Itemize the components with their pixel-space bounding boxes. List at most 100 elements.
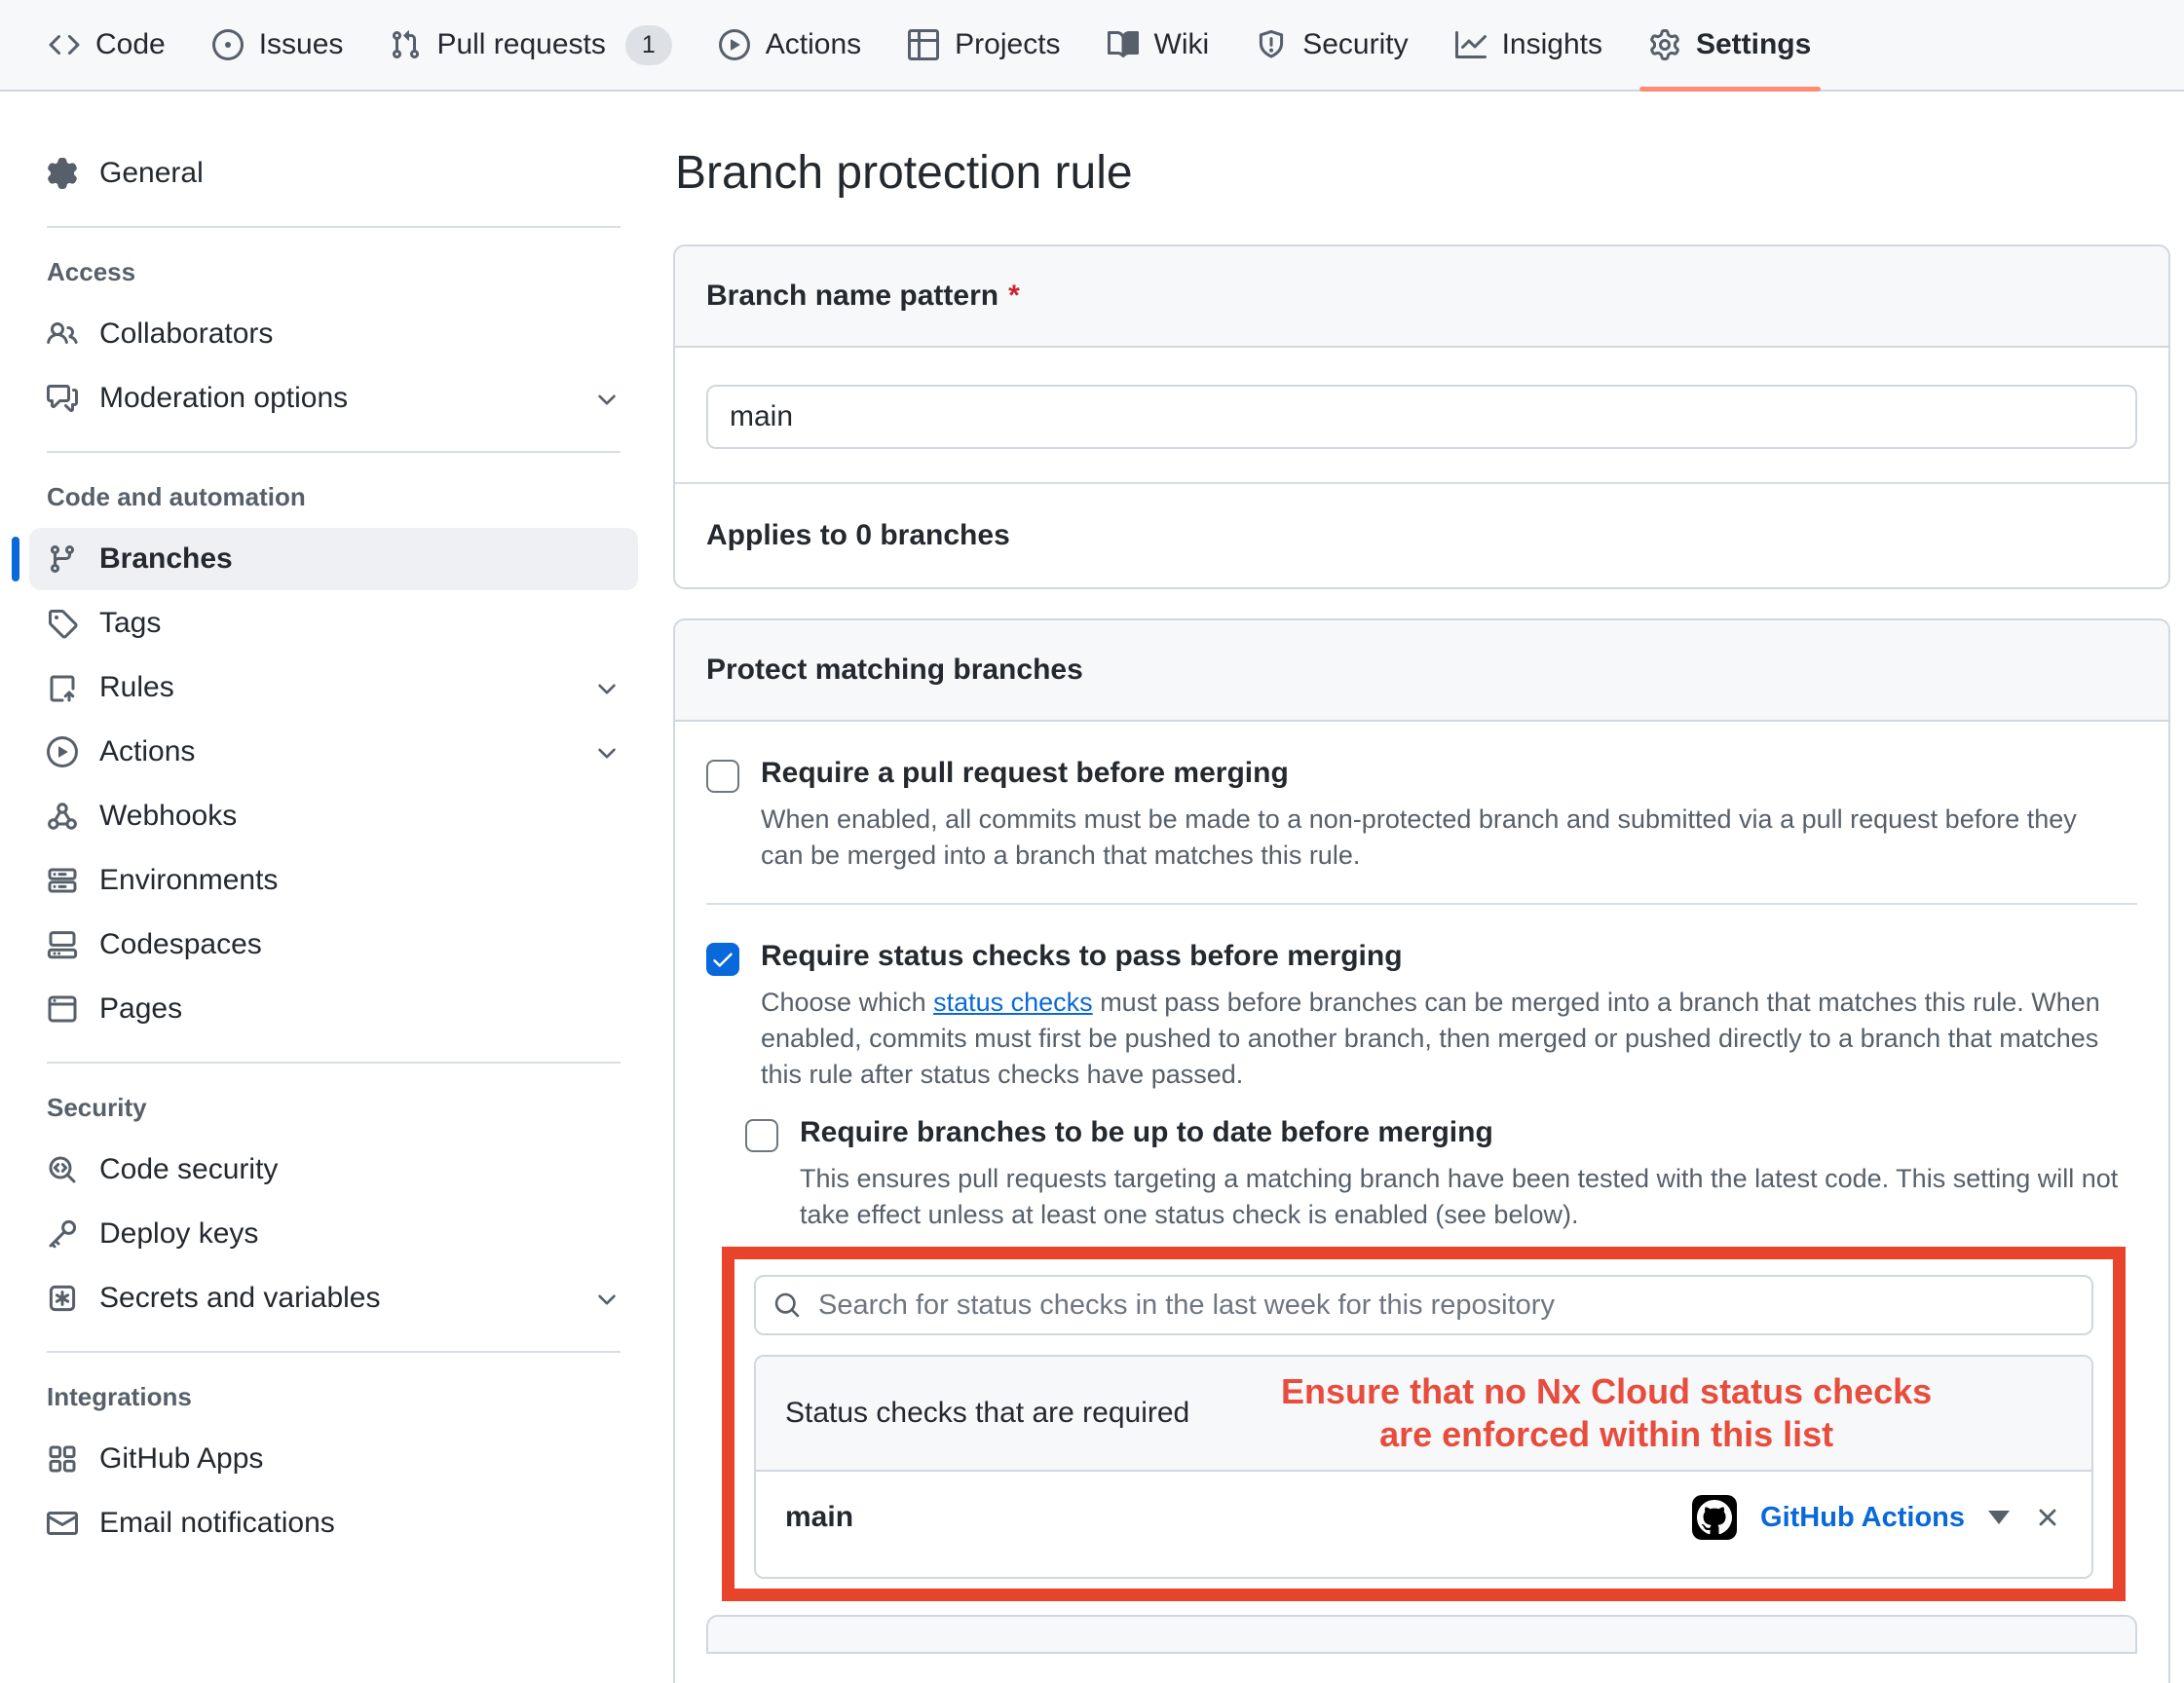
project-icon [908,29,939,60]
search-icon [773,1291,801,1319]
remove-status-check-button[interactable] [2033,1503,2062,1532]
sidebar-divider [47,1062,621,1064]
status-checks-search-box [754,1275,2093,1335]
sidebar-item-moderation-options[interactable]: Moderation options [29,367,638,430]
sidebar-item-actions[interactable]: Actions [29,721,638,783]
rules-icon [47,672,78,703]
sidebar-item-code-security[interactable]: Code security [29,1139,638,1201]
sidebar-item-pages[interactable]: Pages [29,978,638,1040]
status-check-row: main GitHub Actions [756,1472,2091,1577]
sidebar-item-secrets-and-variables[interactable]: Secrets and variables [29,1267,638,1329]
tab-label: Code [95,28,166,61]
annotation-line-1: Ensure that no Nx Cloud status checks [1281,1371,1932,1411]
sidebar-item-label: Code security [99,1153,278,1186]
pull-requests-count-badge: 1 [625,25,672,65]
sidebar-item-label: Collaborators [99,318,273,351]
browser-icon [47,993,78,1025]
sidebar-item-deploy-keys[interactable]: Deploy keys [29,1203,638,1265]
apps-icon [47,1443,78,1475]
play-icon [47,736,78,767]
sidebar-section-title: Security [29,1093,638,1123]
tab-label: Pull requests [436,28,605,61]
sidebar-item-label: Pages [99,992,182,1026]
sidebar-item-label: Rules [99,671,174,704]
option-description: When enabled, all commits must be made t… [761,802,2125,874]
annotation-text: Ensure that no Nx Cloud status checks ar… [1189,1370,2062,1456]
chevron-down-icon [593,1285,621,1312]
sidebar-divider [47,451,621,453]
tab-wiki[interactable]: Wiki [1084,0,1233,90]
status-checks-link[interactable]: status checks [933,988,1093,1017]
tab-label: Insights [1502,28,1602,61]
option-label: Require a pull request before merging [761,757,2137,790]
option-require-status-checks: Require status checks to pass before mer… [706,903,2137,1683]
option-require-up-to-date: Require branches to be up to date before… [745,1116,2137,1233]
tab-issues[interactable]: Issues [189,0,367,90]
webhook-icon [47,801,78,832]
chevron-down-icon [593,385,621,412]
tab-projects[interactable]: Projects [885,0,1083,90]
main-content: Branch protection rule Branch name patte… [665,92,2184,1683]
tab-code[interactable]: Code [25,0,189,90]
status-check-name: main [785,1501,853,1534]
require-up-to-date-checkbox[interactable] [745,1119,778,1152]
tab-label: Projects [955,28,1060,61]
shield-icon [1256,29,1287,60]
branch-name-pattern-label: Branch name pattern [706,280,998,312]
status-checks-search-input[interactable] [818,1290,2074,1322]
sidebar-item-github-apps[interactable]: GitHub Apps [29,1428,638,1490]
sidebar-item-label: Moderation options [99,382,348,415]
sidebar-item-label: Webhooks [99,800,237,833]
sidebar-item-label: Tags [99,607,161,640]
tab-insights[interactable]: Insights [1432,0,1626,90]
tab-security[interactable]: Security [1232,0,1431,90]
option-label: Require branches to be up to date before… [800,1116,2137,1149]
sidebar-item-webhooks[interactable]: Webhooks [29,785,638,847]
sidebar-divider [47,226,621,228]
repo-tab-bar: Code Issues Pull requests 1 Actions Proj… [0,0,2184,92]
tab-settings[interactable]: Settings [1626,0,1834,90]
people-icon [47,318,78,350]
sidebar-item-branches[interactable]: Branches [29,528,638,590]
github-mark-icon [1697,1500,1732,1535]
sidebar-item-label: GitHub Apps [99,1442,263,1476]
settings-sidebar: General Access Collaborators Moderation … [0,92,665,1556]
sidebar-item-rules[interactable]: Rules [29,656,638,719]
sidebar-item-environments[interactable]: Environments [29,849,638,912]
sidebar-item-general[interactable]: General [29,142,638,205]
github-actions-avatar [1692,1495,1737,1540]
require-status-checks-checkbox[interactable] [706,943,739,976]
sidebar-item-label: Deploy keys [99,1217,258,1251]
check-icon [710,947,735,972]
sidebar-item-tags[interactable]: Tags [29,592,638,654]
branch-name-pattern-header: Branch name pattern * [675,246,2168,348]
annotation-line-2: are enforced within this list [1379,1414,1833,1454]
triangle-down-icon[interactable] [1988,1511,2010,1524]
github-actions-link[interactable]: GitHub Actions [1760,1502,1965,1534]
mail-icon [47,1508,78,1539]
branch-name-pattern-input[interactable] [706,385,2137,449]
required-status-checks-list: Status checks that are required Ensure t… [754,1355,2093,1579]
sidebar-item-codespaces[interactable]: Codespaces [29,914,638,976]
tab-pull-requests[interactable]: Pull requests 1 [366,0,695,90]
next-section-cutoff [706,1615,2137,1654]
required-asterisk: * [1008,280,1020,312]
sidebar-divider [47,1351,621,1353]
sidebar-item-email-notifications[interactable]: Email notifications [29,1492,638,1554]
chevron-down-icon [593,674,621,701]
branch-name-pattern-card: Branch name pattern * Applies to 0 branch… [673,244,2170,589]
gear-icon [47,158,78,189]
require-pull-request-checkbox[interactable] [706,760,739,793]
sidebar-item-label: Secrets and variables [99,1282,381,1315]
tab-label: Wiki [1154,28,1210,61]
status-checks-list-title: Status checks that are required [785,1397,1189,1430]
applies-to-branches-text: Applies to 0 branches [675,482,2168,587]
page-title: Branch protection rule [675,146,2168,200]
codescan-icon [47,1154,78,1185]
tab-actions[interactable]: Actions [696,0,885,90]
status-checks-list-header: Status checks that are required Ensure t… [756,1357,2091,1472]
sidebar-item-collaborators[interactable]: Collaborators [29,303,638,365]
key-icon [47,1218,78,1250]
sidebar-item-label: Actions [99,735,195,768]
tab-label: Actions [766,28,861,61]
